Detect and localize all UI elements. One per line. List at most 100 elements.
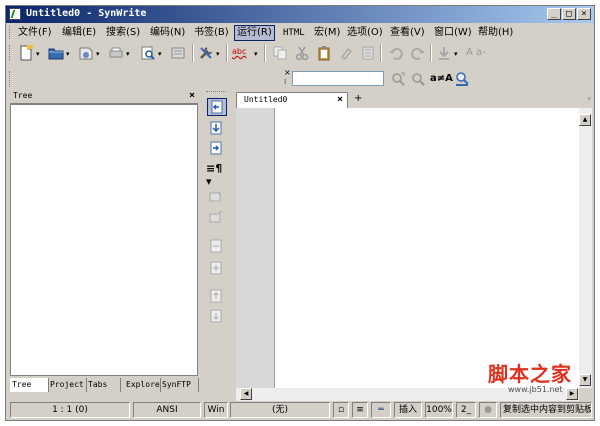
record-icon[interactable]: ● xyxy=(479,402,497,418)
move-up-line-icon[interactable] xyxy=(207,288,225,304)
spell-check-icon[interactable]: abc xyxy=(232,47,246,56)
move-down-icon[interactable] xyxy=(207,120,225,136)
paragraph-icon[interactable]: ≡¶ ▾ xyxy=(206,162,230,188)
tab-list-icon[interactable]: ▾ xyxy=(587,95,591,103)
move-down-line-icon[interactable] xyxy=(207,308,225,324)
menu-bar: 文件(F) 编辑(E) 搜索(S) 编码(N) 书签(B) 运行(R) HTML… xyxy=(6,24,594,41)
download-icon[interactable] xyxy=(436,45,452,61)
toolbar-separator xyxy=(192,44,194,62)
toolbar-separator xyxy=(226,44,228,62)
readonly-icon[interactable]: ▫ xyxy=(333,402,349,418)
add-tab-button[interactable]: + xyxy=(354,93,362,104)
save-dropdown-icon[interactable]: ▾ xyxy=(96,50,100,58)
menu-window[interactable]: 窗口(W) xyxy=(434,26,472,40)
watermark-text: 脚本之家 xyxy=(488,362,572,386)
main-toolbar: ▾ ▾ ▾ ▾ ▾ ▾ abc ▾ ▾ A a- xyxy=(6,42,594,64)
new-dropdown-icon[interactable]: ▾ xyxy=(36,50,40,58)
search-close-icon[interactable]: × xyxy=(284,68,291,77)
menu-help[interactable]: 帮助(H) xyxy=(478,26,513,40)
toolbar-grip[interactable] xyxy=(9,45,13,61)
maximize-button[interactable]: □ xyxy=(562,8,576,20)
tab-project[interactable]: Project xyxy=(48,378,87,392)
tab-tree[interactable]: Tree xyxy=(10,378,49,392)
vertical-toolbar: ≡¶ ▾ xyxy=(202,90,230,392)
new-file-icon[interactable] xyxy=(18,45,34,61)
redo-icon[interactable] xyxy=(410,45,426,61)
toolbar-separator xyxy=(264,44,266,62)
wrap-icon[interactable]: ═ xyxy=(371,402,391,418)
line-ending-status[interactable]: Win xyxy=(204,402,228,418)
watermark: 脚本之家 www.jb51.net xyxy=(488,358,588,398)
tab-size-status[interactable]: 2_ xyxy=(456,402,476,418)
preview-dropdown-icon[interactable]: ▾ xyxy=(158,50,162,58)
menu-bookmarks[interactable]: 书签(B) xyxy=(194,26,229,40)
minimize-button[interactable]: _ xyxy=(547,8,561,20)
search-input[interactable] xyxy=(292,71,384,86)
menu-encoding[interactable]: 编码(N) xyxy=(150,26,185,40)
tab-tabs[interactable]: Tabs xyxy=(86,378,121,392)
panel-title: Tree xyxy=(13,91,33,100)
tab-close-icon[interactable]: × xyxy=(337,93,343,107)
tab-explore[interactable]: Explore xyxy=(124,378,161,392)
menu-run[interactable]: 运行(R) xyxy=(234,25,275,41)
align-icon[interactable]: ≡ xyxy=(352,402,368,418)
menu-edit[interactable]: 编辑(E) xyxy=(62,26,96,40)
scroll-up-icon[interactable]: ▲ xyxy=(579,114,591,126)
tree-view[interactable] xyxy=(10,104,198,376)
panel-close-icon[interactable]: × xyxy=(189,90,195,101)
print-icon[interactable] xyxy=(108,45,124,61)
vtool-grip[interactable] xyxy=(206,91,226,92)
line-gutter xyxy=(236,108,275,388)
menu-file[interactable]: 文件(F) xyxy=(18,26,52,40)
find-prev-icon[interactable] xyxy=(410,71,426,87)
encoding-status[interactable]: ANSI xyxy=(133,402,201,418)
find-next-icon[interactable] xyxy=(390,71,406,87)
title-bar[interactable]: Untitled0 - SynWrite _ □ × xyxy=(6,6,594,23)
text-editor[interactable] xyxy=(275,108,579,388)
unfold-icon[interactable] xyxy=(207,260,225,276)
zoom-level[interactable]: 100% xyxy=(425,402,453,418)
search-options-icon[interactable] xyxy=(454,71,470,87)
uncomment-icon[interactable] xyxy=(207,210,225,226)
download-dropdown-icon[interactable]: ▾ xyxy=(454,50,458,58)
open-folder-icon[interactable] xyxy=(48,45,64,61)
app-icon xyxy=(9,8,21,20)
tab-synftp[interactable]: SynFTP xyxy=(160,378,199,392)
search-grip-icon: ⁞ xyxy=(284,78,287,86)
clear-icon[interactable] xyxy=(338,45,354,61)
scroll-left-icon[interactable]: ◀ xyxy=(240,388,252,400)
select-all-icon[interactable] xyxy=(360,45,376,61)
tools-icon[interactable] xyxy=(198,45,214,61)
open-dropdown-icon[interactable]: ▾ xyxy=(66,50,70,58)
menu-html[interactable]: HTML xyxy=(283,26,305,40)
insert-mode[interactable]: 插入 xyxy=(394,402,422,418)
print-dropdown-icon[interactable]: ▾ xyxy=(126,50,130,58)
paste-icon[interactable] xyxy=(316,45,332,61)
lexer-status[interactable]: (无) xyxy=(230,402,330,418)
indent-left-icon[interactable] xyxy=(207,98,227,116)
font-size-icon[interactable]: A a- xyxy=(466,47,486,58)
match-case-icon[interactable]: a≠A xyxy=(430,73,453,84)
tab-untitled0[interactable]: Untitled0 × xyxy=(236,92,348,108)
toolbar-grip[interactable] xyxy=(9,71,13,87)
spell-dropdown-icon[interactable]: ▾ xyxy=(254,50,258,58)
menu-options[interactable]: 选项(O) xyxy=(347,26,383,40)
fold-icon[interactable] xyxy=(207,238,225,254)
undo-icon[interactable] xyxy=(388,45,404,61)
save-icon[interactable] xyxy=(78,45,94,61)
cut-icon[interactable] xyxy=(294,45,310,61)
comment-icon[interactable] xyxy=(207,190,225,206)
close-button[interactable]: × xyxy=(577,8,591,20)
tools-dropdown-icon[interactable]: ▾ xyxy=(216,50,220,58)
menu-macro[interactable]: 宏(M) xyxy=(314,26,340,40)
print-preview-icon[interactable] xyxy=(140,45,156,61)
menu-search[interactable]: 搜索(S) xyxy=(106,26,140,40)
page-setup-icon[interactable] xyxy=(170,45,186,61)
status-bar: 1 : 1 (0) ANSI Win (无) ▫ ≡ ═ 插入 100% 2_ … xyxy=(6,401,594,420)
menu-view[interactable]: 查看(V) xyxy=(390,26,425,40)
indent-right-icon[interactable] xyxy=(207,140,225,156)
vertical-scrollbar[interactable]: ▲ ▼ xyxy=(579,108,592,388)
tree-panel-header: Tree × xyxy=(10,90,198,104)
menu-grip[interactable] xyxy=(9,26,13,39)
copy-icon[interactable] xyxy=(272,45,288,61)
